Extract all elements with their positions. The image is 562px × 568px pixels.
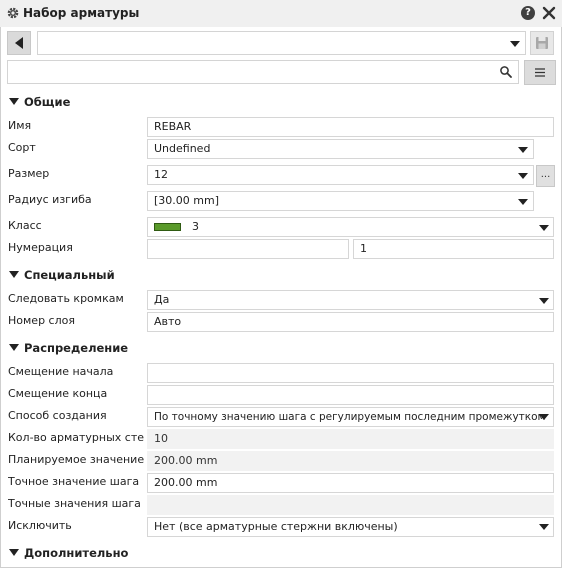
section-general-title: Общие — [24, 95, 71, 109]
name-value: REBAR — [154, 120, 192, 133]
chevron-down-icon — [518, 199, 528, 205]
follow-edges-select[interactable]: Да — [147, 290, 554, 310]
class-label: Класс — [8, 219, 42, 232]
name-field[interactable]: REBAR — [147, 117, 554, 137]
title-bar: Набор арматуры ? — [0, 0, 562, 27]
size-label: Размер — [8, 167, 50, 180]
chevron-down-icon — [518, 173, 528, 179]
triangle-left-icon — [15, 37, 23, 49]
section-distribution-title: Распределение — [24, 341, 129, 355]
creation-method-select[interactable]: По точному значению шага с регулируемым … — [147, 407, 554, 427]
planned-spacing-value: 200.00 mm — [154, 454, 218, 467]
section-special[interactable]: Специальный — [9, 268, 115, 282]
section-additional-title: Дополнительно — [24, 546, 129, 560]
preset-select[interactable] — [37, 31, 526, 55]
section-additional[interactable]: Дополнительно — [9, 546, 128, 560]
chevron-down-icon — [539, 524, 549, 530]
follow-edges-label: Следовать кромкам — [8, 292, 124, 305]
follow-edges-value: Да — [154, 293, 170, 306]
grade-label: Сорт — [8, 141, 36, 154]
chevron-down-icon — [539, 414, 549, 420]
end-offset-label: Смещение конца — [8, 387, 108, 400]
hamburger-menu-icon — [535, 68, 545, 77]
save-button[interactable] — [530, 31, 554, 55]
section-distribution[interactable]: Распределение — [9, 341, 128, 355]
bar-count-value: 10 — [154, 432, 168, 445]
chevron-down-icon — [518, 147, 528, 153]
triangle-down-icon — [9, 98, 19, 105]
exact-spacings-label: Точные значения шага — [8, 497, 141, 510]
triangle-down-icon — [9, 549, 19, 556]
numbering-prefix-field[interactable] — [147, 239, 349, 259]
search-input[interactable] — [7, 60, 519, 84]
search-icon[interactable] — [499, 65, 513, 79]
window-title: Набор арматуры — [23, 6, 140, 20]
numbering-label: Нумерация — [8, 241, 73, 254]
grade-value: Undefined — [154, 142, 211, 155]
exact-spacing-label: Точное значение шага — [8, 475, 140, 488]
help-button[interactable]: ? — [521, 6, 535, 20]
numbering-start-value: 1 — [360, 242, 367, 255]
chevron-down-icon — [539, 225, 549, 231]
planned-spacing-field: 200.00 mm — [147, 451, 554, 471]
bend-radius-value: [30.00 mm] — [154, 194, 220, 207]
bar-count-label: Кол-во арматурных сте... — [8, 431, 145, 444]
exact-spacing-value: 200.00 mm — [154, 476, 218, 489]
triangle-down-icon — [9, 271, 19, 278]
close-icon[interactable] — [541, 5, 557, 21]
chevron-down-icon — [539, 298, 549, 304]
section-special-title: Специальный — [24, 268, 115, 282]
size-select[interactable]: 12 — [147, 165, 534, 185]
class-color-swatch — [154, 223, 181, 231]
bend-radius-select[interactable]: [30.00 mm] — [147, 191, 534, 211]
grade-select[interactable]: Undefined — [147, 139, 534, 159]
name-label: Имя — [8, 119, 32, 132]
exact-spacings-field — [147, 495, 554, 515]
layer-number-label: Номер слоя — [8, 314, 75, 327]
save-icon — [536, 37, 548, 49]
size-value: 12 — [154, 168, 168, 181]
triangle-down-icon — [9, 344, 19, 351]
exclude-select[interactable]: Нет (все арматурные стержни включены) — [147, 517, 554, 537]
back-button[interactable] — [7, 31, 31, 55]
exact-spacing-field[interactable]: 200.00 mm — [147, 473, 554, 493]
creation-method-label: Способ создания — [8, 409, 107, 422]
end-offset-field[interactable] — [147, 385, 554, 405]
gear-icon — [7, 7, 19, 19]
class-select[interactable]: 3 — [147, 217, 554, 237]
layer-number-field[interactable]: Авто — [147, 312, 554, 332]
exclude-label: Исключить — [8, 519, 72, 532]
bend-radius-label: Радиус изгиба — [8, 193, 92, 206]
bar-count-field: 10 — [147, 429, 554, 449]
chevron-down-icon — [510, 41, 520, 47]
menu-button[interactable] — [524, 60, 556, 85]
planned-spacing-label: Планируемое значение... — [8, 453, 145, 466]
start-offset-label: Смещение начала — [8, 365, 114, 378]
class-value: 3 — [192, 220, 199, 233]
layer-number-value: Авто — [154, 315, 182, 328]
exclude-value: Нет (все арматурные стержни включены) — [154, 520, 398, 533]
section-general[interactable]: Общие — [9, 95, 70, 109]
creation-method-value: По точному значению шага с регулируемым … — [154, 411, 546, 423]
numbering-start-field[interactable]: 1 — [353, 239, 554, 259]
start-offset-field[interactable] — [147, 363, 554, 383]
size-browse-button[interactable]: ... — [536, 165, 555, 187]
